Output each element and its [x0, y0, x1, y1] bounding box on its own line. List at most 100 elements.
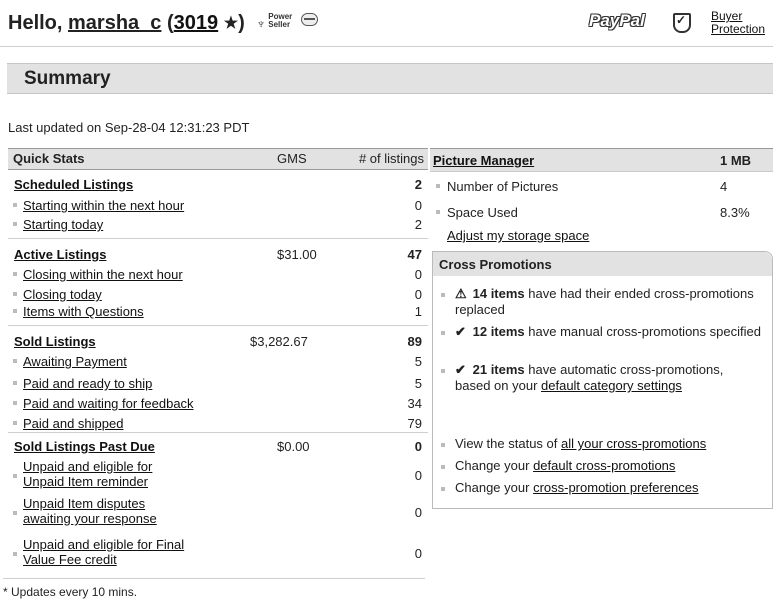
- bullet-icon: [436, 184, 440, 188]
- list-item: Change your cross-promotion preferences: [455, 480, 761, 496]
- paid-shipped-link[interactable]: Paid and shipped: [23, 416, 123, 431]
- buyer-protection-line2[interactable]: Protection: [711, 22, 765, 36]
- me-page-icon[interactable]: [300, 13, 318, 26]
- cross-promotions-header: Cross Promotions: [433, 252, 772, 276]
- active-listings-gms: $31.00: [277, 247, 317, 262]
- cross-promotions-title: Cross Promotions: [439, 257, 552, 272]
- items-with-questions-count: 1: [414, 304, 422, 319]
- cross-promotion-preferences-link[interactable]: cross-promotion preferences: [533, 480, 698, 495]
- last-updated-text: Last updated on Sep-28-04 12:31:23 PDT: [8, 120, 250, 135]
- starting-today-count: 2: [414, 217, 422, 232]
- divider: [8, 238, 428, 239]
- unpaid-reminder-count: 0: [414, 468, 422, 483]
- closing-next-hour-link[interactable]: Closing within the next hour: [23, 267, 183, 282]
- divider: [8, 325, 428, 326]
- shield-icon: [673, 13, 691, 33]
- space-used-value: 8.3%: [720, 205, 750, 220]
- change-default-prefix: Change your: [455, 458, 534, 473]
- unpaid-disputes-link[interactable]: Unpaid Item disputes awaiting your respon…: [23, 496, 157, 526]
- starting-next-hour-link[interactable]: Starting within the next hour: [23, 198, 184, 213]
- double-check-icon: ✔: [455, 362, 466, 377]
- active-listings-link[interactable]: Active Listings: [14, 247, 106, 262]
- picture-manager-panel: Picture Manager 1 MB Number of Pictures …: [430, 148, 773, 249]
- warning-icon: ⚠: [455, 286, 467, 301]
- username-link[interactable]: marsha_c: [68, 12, 161, 34]
- default-category-settings-link[interactable]: default category settings: [541, 378, 682, 393]
- space-used-label: Space Used: [447, 205, 518, 220]
- divider: [8, 432, 428, 433]
- waiting-feedback-count: 34: [407, 396, 422, 411]
- cross-promotions-panel: Cross Promotions ⚠ 14 items have had the…: [432, 251, 773, 509]
- list-item: ✔ 12 items have manual cross-promotions …: [455, 324, 761, 340]
- paid-shipped-count: 79: [407, 416, 422, 431]
- picture-manager-header: Picture Manager 1 MB: [430, 149, 773, 172]
- active-listings-count: 47: [407, 247, 422, 262]
- starting-today-link[interactable]: Starting today: [23, 217, 103, 232]
- number-pictures-value: 4: [720, 179, 728, 194]
- replaced-count: 14 items: [472, 286, 525, 301]
- bullet-icon: [13, 381, 17, 385]
- default-cross-promotions-link[interactable]: default cross-promotions: [533, 458, 675, 473]
- fvf-credit-link[interactable]: Unpaid and eligible for Final Value Fee c…: [23, 537, 184, 567]
- picture-manager-link[interactable]: Picture Manager: [433, 153, 534, 168]
- summary-title: Summary: [24, 68, 111, 89]
- unpaid-disputes-count: 0: [414, 505, 422, 520]
- list-item: ⚠ 14 items have had their ended cross-pr…: [455, 286, 761, 318]
- past-due-gms: $0.00: [277, 439, 310, 454]
- greeting: Hello, marsha_c (3019 ★) ♆ Power Seller: [8, 12, 318, 35]
- past-due-count: 0: [414, 439, 422, 454]
- quick-stats-title: Quick Stats: [13, 151, 85, 166]
- bullet-icon: [13, 309, 17, 313]
- star-icon[interactable]: ★: [224, 15, 238, 32]
- quick-stats-header: Quick Stats GMS # of listings: [8, 148, 428, 170]
- scheduled-listings-count: 2: [414, 177, 422, 192]
- sold-listings-count: 89: [407, 334, 422, 349]
- list-item: ✔ 21 items have automatic cross-promotio…: [455, 362, 761, 394]
- bullet-icon: [436, 210, 440, 214]
- waiting-feedback-link[interactable]: Paid and waiting for feedback: [23, 396, 194, 411]
- paypal-logo: PayPal: [589, 11, 645, 30]
- feedback-score-link[interactable]: 3019: [174, 12, 219, 34]
- bullet-icon: [13, 511, 17, 515]
- bullet-icon: [13, 474, 17, 478]
- number-pictures-label: Number of Pictures: [447, 179, 559, 194]
- closing-today-count: 0: [414, 287, 422, 302]
- power-seller-icon: ♆: [256, 16, 267, 31]
- closing-next-hour-count: 0: [414, 267, 422, 282]
- bullet-icon: [13, 401, 17, 405]
- adjust-storage-link[interactable]: Adjust my storage space: [447, 228, 589, 243]
- bullet-icon: [441, 465, 445, 469]
- sold-listings-link[interactable]: Sold Listings: [14, 334, 96, 349]
- manual-text: have manual cross-promotions specified: [524, 324, 761, 339]
- list-item: Change your default cross-promotions: [455, 458, 761, 474]
- listings-column-header: # of listings: [358, 151, 424, 166]
- closing-today-link[interactable]: Closing today: [23, 287, 102, 302]
- ready-to-ship-link[interactable]: Paid and ready to ship: [23, 376, 152, 391]
- bullet-icon: [13, 552, 17, 556]
- ready-to-ship-count: 5: [414, 376, 422, 391]
- gms-column-header: GMS: [277, 151, 307, 166]
- sold-listings-gms: $3,282.67: [250, 334, 308, 349]
- power-seller-line2: Seller: [268, 20, 291, 29]
- manual-count: 12 items: [472, 324, 525, 339]
- awaiting-payment-link[interactable]: Awaiting Payment: [23, 354, 127, 369]
- fvf-credit-count: 0: [414, 546, 422, 561]
- unpaid-reminder-link[interactable]: Unpaid and eligible for Unpaid Item remin…: [23, 459, 152, 489]
- buyer-protection-link[interactable]: Buyer Protection: [711, 10, 765, 36]
- all-cross-promotions-link[interactable]: all your cross-promotions: [561, 436, 706, 451]
- automatic-count: 21 items: [472, 362, 525, 377]
- summary-bar: Summary: [7, 63, 773, 94]
- items-with-questions-link[interactable]: Items with Questions: [23, 304, 144, 319]
- divider: [3, 578, 425, 579]
- bullet-icon: [13, 292, 17, 296]
- bullet-icon: [441, 443, 445, 447]
- buyer-protection-line1[interactable]: Buyer: [711, 9, 742, 23]
- checkmark-icon: ✔: [455, 324, 466, 339]
- bullet-icon: [13, 272, 17, 276]
- bullet-icon: [13, 222, 17, 226]
- feedback-open-paren: (: [166, 12, 174, 34]
- power-seller-badge[interactable]: ♆ Power Seller: [256, 13, 292, 31]
- scheduled-listings-link[interactable]: Scheduled Listings: [14, 177, 133, 192]
- awaiting-payment-count: 5: [414, 354, 422, 369]
- past-due-link[interactable]: Sold Listings Past Due: [14, 439, 155, 454]
